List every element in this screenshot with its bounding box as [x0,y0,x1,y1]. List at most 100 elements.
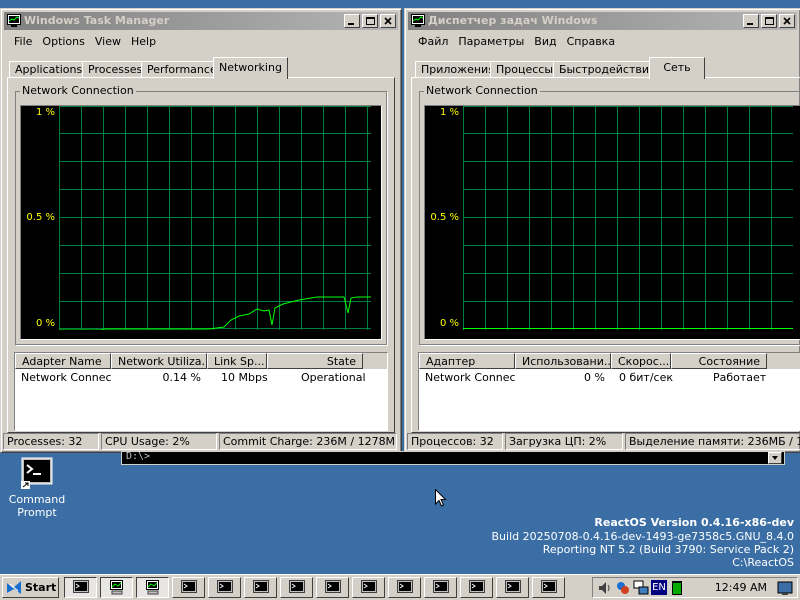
network-icon[interactable] [633,580,649,596]
tab-applications[interactable]: Приложения [415,61,501,78]
clock[interactable]: 12:49 AM [715,578,767,597]
tab-processes[interactable]: Процессы [490,61,560,78]
tab-performance[interactable]: Быстродействие [553,61,662,78]
column-state[interactable]: Состояние [671,353,767,369]
list-header: Adapter Name Network Utiliza... Link Sp.… [15,353,387,369]
taskbar-window-button[interactable] [100,577,133,598]
status-bar: Процессов: 32 Загрузка ЦП: 2% Выделение … [407,433,800,451]
minimize-button[interactable] [743,14,759,28]
version-build: Build 20250708-0.4.16-dev-1493-ge7358c5.… [491,530,795,543]
menu-view[interactable]: View [90,33,126,51]
menu-options[interactable]: Параметры [453,33,529,51]
network-graph: 1 % 0.5 % 0 % [424,105,800,340]
column-state[interactable]: State [267,353,363,369]
task-manager-icon [7,14,21,27]
command-prompt-window-edge[interactable]: D:\> [121,451,785,465]
taskbar-window-button[interactable] [352,577,385,598]
title-bar[interactable]: Windows Task Manager [4,12,398,30]
y-label-bottom: 0 % [439,318,459,329]
column-link-speed[interactable]: Скорос... [611,353,671,369]
column-adapter-name[interactable]: Adapter Name [15,353,111,369]
y-label-mid: 0.5 % [430,212,459,223]
status-commit: Выделение памяти: 236МБ / 16 [625,433,800,450]
cell-link-speed: 0 бит/сек [619,371,674,384]
status-bar: Processes: 32 CPU Usage: 2% Commit Charg… [3,433,399,451]
taskbar-window-button[interactable] [496,577,529,598]
cell-link-speed: 10 Mbps [221,371,268,384]
status-cpu: CPU Usage: 2% [101,433,217,450]
tab-networking[interactable]: Networking [213,57,288,79]
column-link-speed[interactable]: Link Sp... [207,353,267,369]
menu-help[interactable]: Help [126,33,161,51]
console-window-icon [217,580,233,593]
cell-state: Работает [713,371,767,384]
cell-adapter: Network Connec... [425,371,515,384]
menu-view[interactable]: Вид [529,33,561,51]
start-button[interactable]: Start [2,577,59,598]
table-row[interactable]: Network Connec... 0 % 0 бит/сек Работает [419,371,789,385]
menu-options[interactable]: Options [37,33,89,51]
taskbar-window-button[interactable] [280,577,313,598]
taskbar-window-button[interactable] [424,577,457,598]
table-row[interactable]: Network Connec... 0.14 % 10 Mbps Operati… [15,371,375,385]
status-processes: Processes: 32 [3,433,99,450]
group-label: Network Connection [20,84,136,97]
taskbar-window-button[interactable] [460,577,493,598]
tab-performance[interactable]: Performance [141,61,223,78]
maximize-button[interactable] [362,14,378,28]
cell-utilization: 0.14 % [162,371,201,384]
volume-icon[interactable] [597,580,613,596]
chevron-down-icon [772,456,778,460]
tab-processes[interactable]: Processes [82,61,149,78]
task-manager-window-ru[interactable]: Диспетчер задач Windows Файл Параметры В… [404,8,800,453]
title-bar[interactable]: Диспетчер задач Windows [408,12,797,30]
minimize-icon [348,23,354,25]
taskbar-window-button[interactable] [172,577,205,598]
minimize-button[interactable] [344,14,360,28]
taskbar-window-button[interactable] [136,577,169,598]
cpu-meter-icon[interactable] [671,580,683,596]
console-window-icon [361,580,377,593]
scroll-down-button[interactable] [768,452,782,464]
cell-utilization: 0 % [584,371,605,384]
language-indicator[interactable]: EN [651,580,667,595]
console-window-icon [541,580,557,593]
menu-help[interactable]: Справка [562,33,620,51]
taskbar-window-button[interactable] [316,577,349,598]
column-adapter-name[interactable]: Адаптер [419,353,515,369]
maximize-button[interactable] [761,14,777,28]
status-cpu: Загрузка ЦП: 2% [505,433,623,450]
taskbar-window-button[interactable] [244,577,277,598]
taskbar: Start EN 12:49 AM [0,574,800,600]
computer-icon [110,580,123,595]
tab-applications[interactable]: Applications [9,61,89,78]
column-utilization[interactable]: Использовани... [515,353,611,369]
version-path: C:\ReactOS [732,556,794,569]
column-utilization[interactable]: Network Utiliza... [111,353,207,369]
shield-icon[interactable] [615,580,631,596]
desktop-icon-command-prompt[interactable]: Command Prompt [8,457,66,519]
cell-adapter: Network Connec... [21,371,111,384]
close-button[interactable] [779,14,795,28]
taskbar-window-button[interactable] [208,577,241,598]
console-window-icon [73,580,89,593]
tab-networking[interactable]: Сеть [649,57,705,79]
adapter-list[interactable]: Адаптер Использовани... Скорос... Состоя… [418,352,800,431]
y-label-top: 1 % [439,107,459,118]
close-button[interactable] [380,14,396,28]
y-label-bottom: 0 % [35,318,55,329]
close-icon [384,17,392,25]
taskbar-window-button[interactable] [532,577,565,598]
taskbar-window-button[interactable] [64,577,97,598]
taskbar-window-button[interactable] [388,577,421,598]
computer-icon [146,580,159,595]
networking-panel: Network Connection 1 % 0.5 % 0 % [411,77,800,433]
task-manager-window-en[interactable]: Windows Task Manager File Options View H… [0,8,402,453]
console-window-icon [289,580,305,593]
menu-file[interactable]: Файл [413,33,453,51]
y-label-mid: 0.5 % [26,212,55,223]
show-desktop-icon[interactable] [777,580,793,596]
menu-file[interactable]: File [9,33,37,51]
menu-bar: File Options View Help [9,33,161,51]
adapter-list[interactable]: Adapter Name Network Utiliza... Link Sp.… [14,352,388,431]
